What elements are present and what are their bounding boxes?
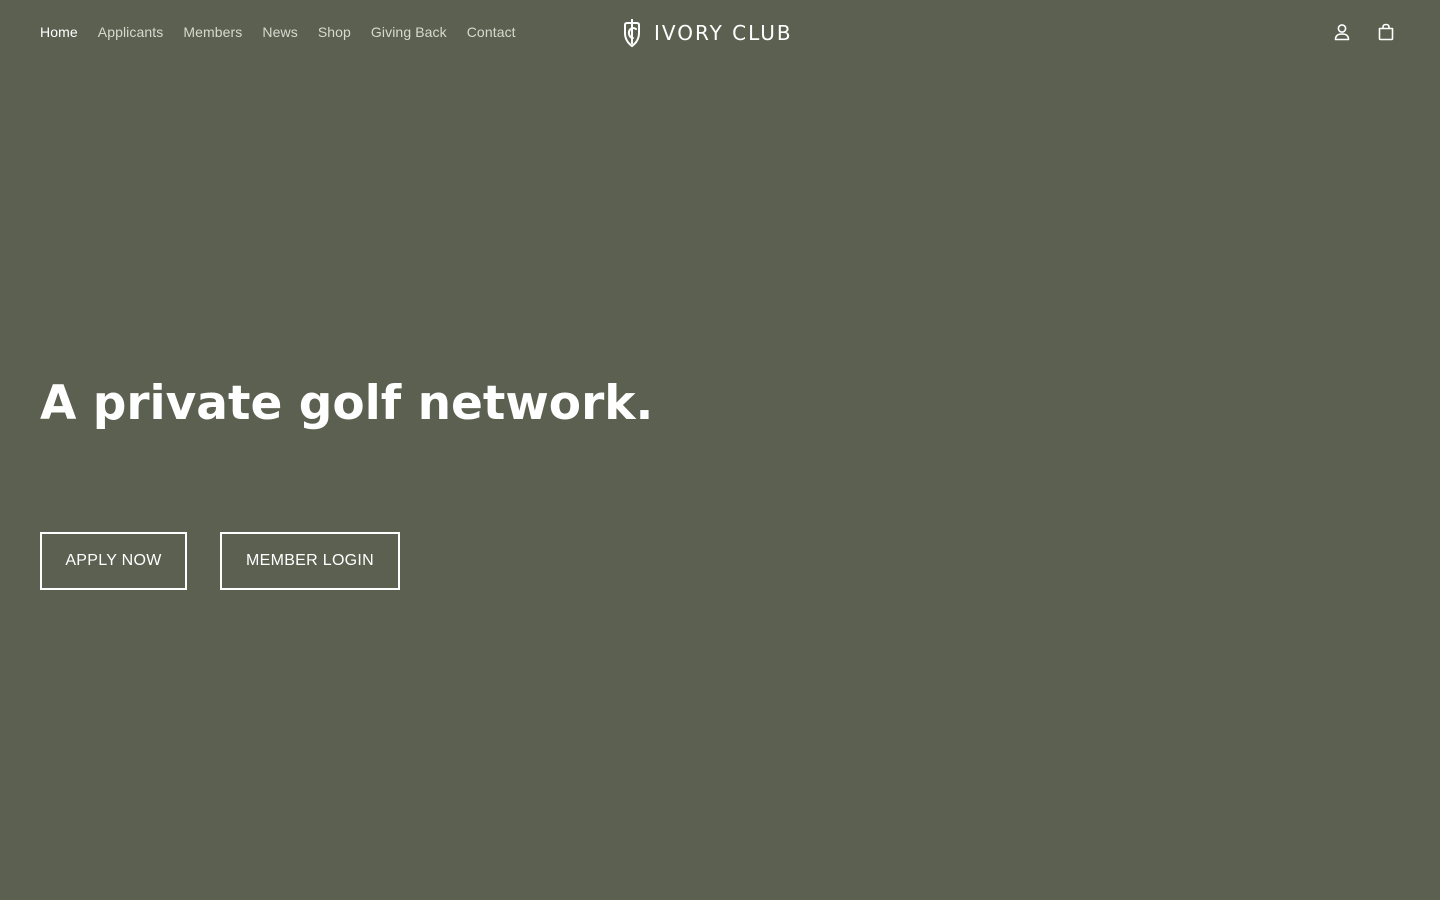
brand-logo-link[interactable]: IVORY CLUB [620, 16, 793, 50]
apply-now-button[interactable]: APPLY NOW [40, 532, 187, 590]
nav-item-giving-back[interactable]: Giving Back [371, 22, 447, 42]
shopping-bag-icon[interactable] [1376, 22, 1396, 42]
shield-club-icon [624, 19, 640, 48]
hero-cta-group: APPLY NOW MEMBER LOGIN [40, 532, 400, 590]
hero-title: A private golf network. [40, 376, 654, 431]
nav-item-shop[interactable]: Shop [318, 22, 351, 42]
header-actions [1332, 22, 1396, 42]
nav-item-home[interactable]: Home [40, 22, 78, 42]
nav-item-contact[interactable]: Contact [467, 22, 516, 42]
nav-item-applicants[interactable]: Applicants [98, 22, 164, 42]
site-header: Home Applicants Members News Shop Giving… [0, 0, 1440, 66]
member-login-button[interactable]: MEMBER LOGIN [220, 532, 400, 590]
nav-item-news[interactable]: News [262, 22, 297, 42]
home-page: Home Applicants Members News Shop Giving… [0, 0, 1440, 900]
user-icon[interactable] [1332, 22, 1352, 42]
brand-name: IVORY CLUB [654, 21, 793, 45]
nav-item-members[interactable]: Members [183, 22, 242, 42]
nav-list: Home Applicants Members News Shop Giving… [40, 22, 536, 42]
